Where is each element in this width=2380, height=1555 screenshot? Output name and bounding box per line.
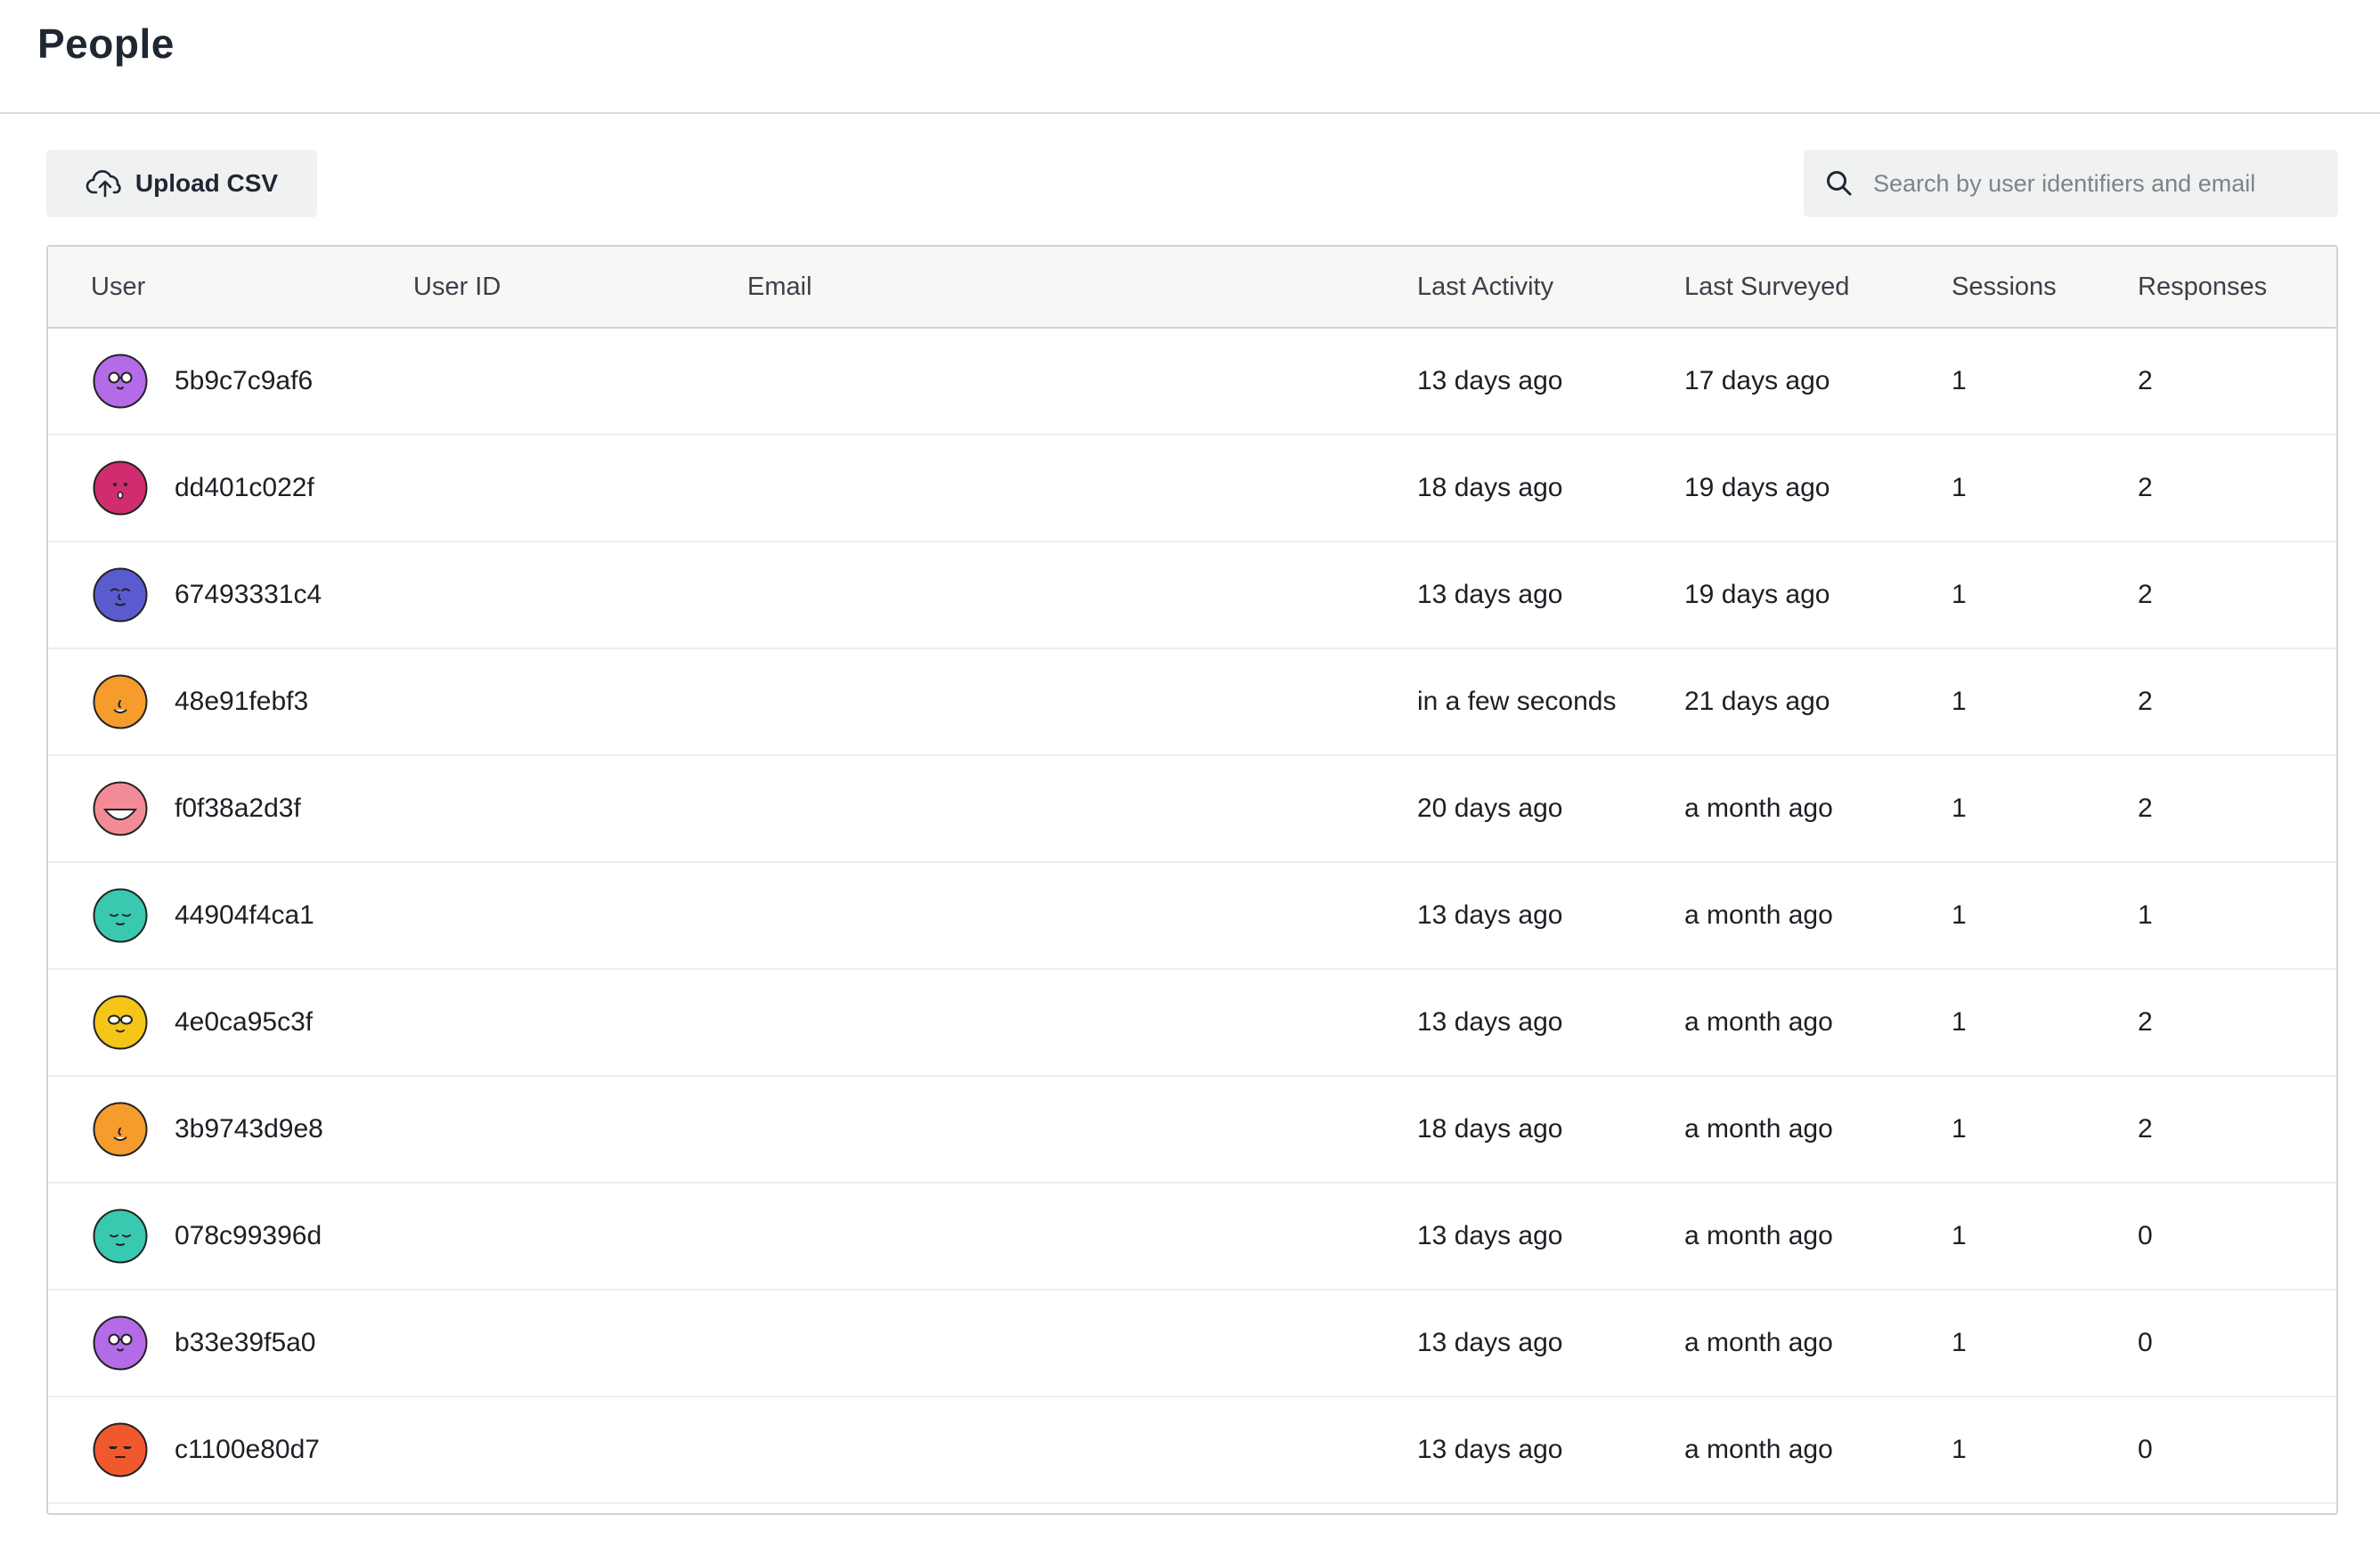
user-cell: 078c99396d — [175, 1221, 322, 1250]
column-header-last-activity[interactable]: Last Activity — [1417, 247, 1553, 327]
responses-cell: 2 — [2138, 687, 2153, 716]
table-header: User User ID Email Last Activity Last Su… — [48, 247, 2336, 329]
table-row[interactable]: c1100e80d7 13 days ago a month ago 1 0 — [48, 1397, 2336, 1504]
last-activity-cell: 13 days ago — [1417, 1007, 1563, 1037]
sessions-cell: 1 — [1952, 1221, 1967, 1250]
column-header-user[interactable]: User — [91, 247, 145, 327]
search-box[interactable] — [1804, 150, 2338, 217]
user-cell: f0f38a2d3f — [175, 794, 301, 823]
responses-cell: 0 — [2138, 1435, 2153, 1464]
last-activity-cell: 13 days ago — [1417, 366, 1563, 395]
sessions-cell: 1 — [1952, 366, 1967, 395]
last-surveyed-cell: a month ago — [1684, 794, 1833, 823]
column-header-sessions[interactable]: Sessions — [1952, 247, 2057, 327]
sunglasses-face-icon — [93, 995, 148, 1050]
user-cell: dd401c022f — [175, 473, 314, 502]
last-surveyed-cell: 19 days ago — [1684, 580, 1830, 609]
last-activity-cell: 20 days ago — [1417, 794, 1563, 823]
user-cell: c1100e80d7 — [175, 1435, 320, 1464]
last-activity-cell: 18 days ago — [1417, 473, 1563, 502]
last-activity-cell: 18 days ago — [1417, 1114, 1563, 1144]
cool-face-icon — [93, 1422, 148, 1478]
user-cell: b33e39f5a0 — [175, 1328, 316, 1357]
last-activity-cell: 13 days ago — [1417, 1435, 1563, 1464]
sessions-cell: 1 — [1952, 1328, 1967, 1357]
grin-face-icon — [93, 781, 148, 836]
last-surveyed-cell: a month ago — [1684, 900, 1833, 930]
smirk-face-icon — [93, 674, 148, 729]
table-row[interactable]: f0f38a2d3f 20 days ago a month ago 1 2 — [48, 756, 2336, 863]
sessions-cell: 1 — [1952, 580, 1967, 609]
user-cell: 48e91febf3 — [175, 687, 309, 716]
last-surveyed-cell: a month ago — [1684, 1007, 1833, 1037]
last-activity-cell: 13 days ago — [1417, 1328, 1563, 1357]
sleepy-face-icon — [93, 888, 148, 943]
column-header-user-id[interactable]: User ID — [413, 247, 501, 327]
column-header-responses[interactable]: Responses — [2138, 247, 2267, 327]
last-activity-cell: in a few seconds — [1417, 687, 1617, 716]
table-row[interactable]: 48e91febf3 in a few seconds 21 days ago 1 2 — [48, 649, 2336, 756]
page-header: People — [0, 0, 2380, 114]
table-row[interactable]: 44904f4ca1 13 days ago a month ago 1 1 — [48, 863, 2336, 970]
responses-cell: 2 — [2138, 1114, 2153, 1144]
sessions-cell: 1 — [1952, 900, 1967, 930]
people-table: User User ID Email Last Activity Last Su… — [46, 245, 2338, 1515]
table-row[interactable]: 5b9c7c9af6 13 days ago 17 days ago 1 2 — [48, 329, 2336, 436]
sleepy-face-icon — [93, 1209, 148, 1264]
last-surveyed-cell: 19 days ago — [1684, 473, 1830, 502]
upload-csv-label: Upload CSV — [134, 169, 279, 197]
responses-cell: 2 — [2138, 473, 2153, 502]
table-row[interactable]: 3b9743d9e8 18 days ago a month ago 1 2 — [48, 1077, 2336, 1184]
last-activity-cell: 13 days ago — [1417, 900, 1563, 930]
user-cell: 44904f4ca1 — [175, 900, 314, 930]
responses-cell: 1 — [2138, 900, 2153, 930]
user-cell: 5b9c7c9af6 — [175, 366, 314, 395]
smirk-face-icon — [93, 1102, 148, 1157]
surprised-face-icon — [93, 460, 148, 516]
responses-cell: 2 — [2138, 794, 2153, 823]
glasses-face-icon — [93, 1315, 148, 1371]
search-icon — [1827, 171, 1852, 196]
table-row[interactable]: 67493331c4 13 days ago 19 days ago 1 2 — [48, 542, 2336, 649]
last-surveyed-cell: a month ago — [1684, 1114, 1833, 1144]
table-row[interactable]: dd401c022f 18 days ago 19 days ago 1 2 — [48, 436, 2336, 542]
responses-cell: 2 — [2138, 1007, 2153, 1037]
sessions-cell: 1 — [1952, 1007, 1967, 1037]
upload-csv-button[interactable]: Upload CSV — [46, 150, 317, 217]
last-surveyed-cell: 17 days ago — [1684, 366, 1830, 395]
last-surveyed-cell: a month ago — [1684, 1435, 1833, 1464]
sessions-cell: 1 — [1952, 473, 1967, 502]
column-header-last-surveyed[interactable]: Last Surveyed — [1684, 247, 1849, 327]
user-cell: 4e0ca95c3f — [175, 1007, 314, 1037]
table-body: 5b9c7c9af6 13 days ago 17 days ago 1 2 dd401c… — [48, 329, 2336, 1504]
last-surveyed-cell: 21 days ago — [1684, 687, 1830, 716]
user-cell: 67493331c4 — [175, 580, 322, 609]
table-row[interactable]: 078c99396d 13 days ago a month ago 1 0 — [48, 1184, 2336, 1290]
calm-face-icon — [93, 567, 148, 623]
sessions-cell: 1 — [1952, 1114, 1967, 1144]
last-surveyed-cell: a month ago — [1684, 1221, 1833, 1250]
glasses-face-icon — [93, 354, 148, 409]
sessions-cell: 1 — [1952, 687, 1967, 716]
table-row[interactable]: 4e0ca95c3f 13 days ago a month ago 1 2 — [48, 970, 2336, 1077]
responses-cell: 0 — [2138, 1328, 2153, 1357]
last-activity-cell: 13 days ago — [1417, 580, 1563, 609]
search-input[interactable] — [1871, 168, 2320, 199]
user-cell: 3b9743d9e8 — [175, 1114, 323, 1144]
page-title: People — [37, 20, 175, 67]
responses-cell: 2 — [2138, 366, 2153, 395]
cloud-upload-icon — [86, 170, 121, 198]
last-surveyed-cell: a month ago — [1684, 1328, 1833, 1357]
last-activity-cell: 13 days ago — [1417, 1221, 1563, 1250]
responses-cell: 2 — [2138, 580, 2153, 609]
table-row[interactable]: b33e39f5a0 13 days ago a month ago 1 0 — [48, 1290, 2336, 1397]
responses-cell: 0 — [2138, 1221, 2153, 1250]
sessions-cell: 1 — [1952, 794, 1967, 823]
column-header-email[interactable]: Email — [747, 247, 812, 327]
sessions-cell: 1 — [1952, 1435, 1967, 1464]
